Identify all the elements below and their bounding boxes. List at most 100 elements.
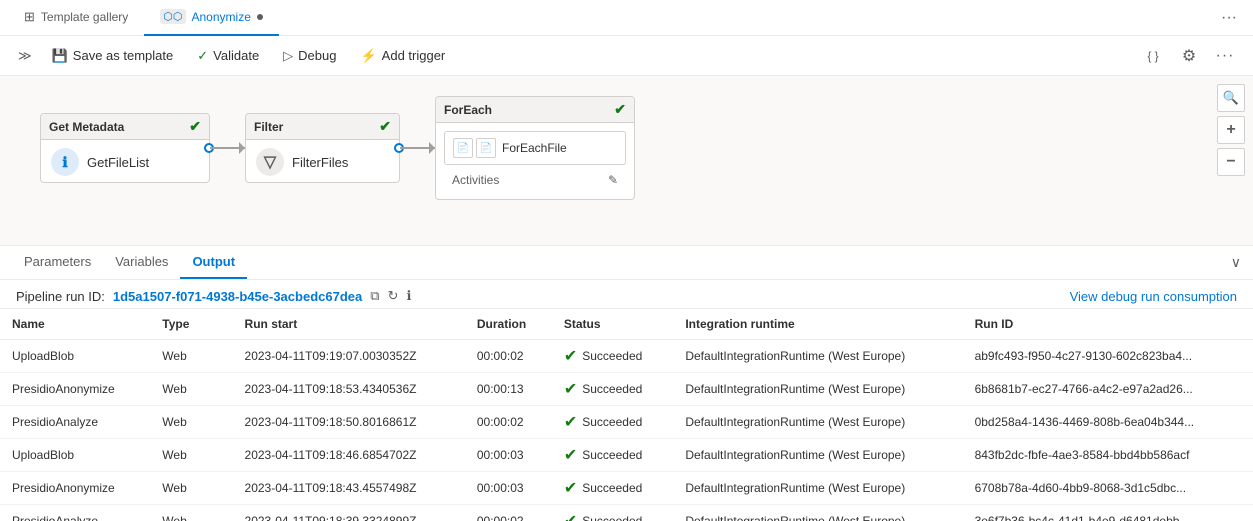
tab-anonymize[interactable]: ⬡⬡ Anonymize xyxy=(144,0,279,36)
cell-type: Web xyxy=(150,406,232,439)
cell-integration-runtime: DefaultIntegrationRuntime (West Europe) xyxy=(673,505,962,521)
tab-variables[interactable]: Variables xyxy=(103,246,180,279)
node-filter-success-icon: ✔ xyxy=(379,118,391,135)
add-trigger-button[interactable]: ⚡ Add trigger xyxy=(350,44,455,68)
table-row[interactable]: UploadBlobWeb2023-04-11T09:18:46.6854702… xyxy=(0,439,1253,472)
tab-anonymize-icon: ⬡⬡ xyxy=(160,9,185,24)
tab-output[interactable]: Output xyxy=(180,246,247,279)
save-as-template-button[interactable]: 💾 Save as template xyxy=(42,44,184,68)
table-row[interactable]: PresidioAnalyzeWeb2023-04-11T09:18:39.33… xyxy=(0,505,1253,521)
pipeline-flow: Get Metadata ✔ ℹ GetFileList Filter ✔ xyxy=(40,96,635,200)
connector-line-2 xyxy=(400,147,435,149)
cell-run-start: 2023-04-11T09:18:39.3324899Z xyxy=(233,505,465,521)
node-get-metadata-label: GetFileList xyxy=(87,155,149,170)
cell-duration: 00:00:02 xyxy=(465,340,552,373)
col-header-type: Type xyxy=(150,309,232,340)
json-icon: { } xyxy=(1147,49,1158,63)
cell-duration: 00:00:13 xyxy=(465,373,552,406)
info-icon[interactable]: ℹ xyxy=(406,288,411,304)
cell-integration-runtime: DefaultIntegrationRuntime (West Europe) xyxy=(673,472,962,505)
cell-integration-runtime: DefaultIntegrationRuntime (West Europe) xyxy=(673,439,962,472)
arrow-1 xyxy=(210,147,245,149)
canvas-controls: 🔍 + − xyxy=(1217,84,1245,176)
cell-run-id: ab9fc493-f950-4c27-9130-602c823ba4... xyxy=(963,340,1253,373)
status-success-icon: ✔ xyxy=(564,445,577,465)
zoom-in-button[interactable]: + xyxy=(1217,116,1245,144)
table-body: UploadBlobWeb2023-04-11T09:19:07.0030352… xyxy=(0,340,1253,521)
table-row[interactable]: PresidioAnonymizeWeb2023-04-11T09:18:53.… xyxy=(0,373,1253,406)
expand-button[interactable]: ≫ xyxy=(12,44,38,68)
zoom-out-button[interactable]: − xyxy=(1217,148,1245,176)
cell-status: ✔Succeeded xyxy=(552,505,674,521)
more-options-button[interactable]: ··· xyxy=(1209,40,1241,72)
status-success-icon: ✔ xyxy=(564,379,577,399)
table-row[interactable]: UploadBlobWeb2023-04-11T09:19:07.0030352… xyxy=(0,340,1253,373)
panel-tabs: Parameters Variables Output ∨ xyxy=(0,246,1253,280)
validate-button[interactable]: ✓ Validate xyxy=(187,44,269,68)
node-foreach[interactable]: ForEach ✔ 📄 📄 ForEachFile Activities ✎ xyxy=(435,96,635,200)
tab-anonymize-label: Anonymize xyxy=(192,10,251,24)
cell-run-id: 6708b78a-4d60-4bb9-8068-3d1c5dbc... xyxy=(963,472,1253,505)
cell-duration: 00:00:02 xyxy=(465,406,552,439)
cell-integration-runtime: DefaultIntegrationRuntime (West Europe) xyxy=(673,406,962,439)
table-header: Name Type Run start Duration Status Inte… xyxy=(0,309,1253,340)
status-text: Succeeded xyxy=(582,415,642,429)
tab-parameters[interactable]: Parameters xyxy=(12,246,103,279)
edit-icon[interactable]: ✎ xyxy=(608,173,618,187)
debug-icon: ▷ xyxy=(283,48,293,64)
json-button[interactable]: { } xyxy=(1137,40,1169,72)
expand-icon: ≫ xyxy=(18,48,32,64)
node-get-metadata[interactable]: Get Metadata ✔ ℹ GetFileList xyxy=(40,113,210,183)
table-header-row: Name Type Run start Duration Status Inte… xyxy=(0,309,1253,340)
col-header-run-id: Run ID xyxy=(963,309,1253,340)
cell-status: ✔Succeeded xyxy=(552,439,674,472)
add-trigger-icon: ⚡ xyxy=(360,48,376,64)
cell-type: Web xyxy=(150,505,232,521)
pipeline-run-id[interactable]: 1d5a1507-f071-4938-b45e-3acbedc67dea xyxy=(113,289,362,304)
node-filter[interactable]: Filter ✔ ▽ FilterFiles xyxy=(245,113,400,183)
node-foreach-header: ForEach ✔ xyxy=(436,97,634,123)
settings-button[interactable]: ⚙ xyxy=(1173,40,1205,72)
cell-name: PresidioAnalyze xyxy=(0,406,150,439)
copy-run-id-icon[interactable]: ⧉ xyxy=(370,288,379,304)
col-header-duration: Duration xyxy=(465,309,552,340)
table-row[interactable]: PresidioAnalyzeWeb2023-04-11T09:18:50.80… xyxy=(0,406,1253,439)
status-text: Succeeded xyxy=(582,349,642,363)
zoom-in-icon: + xyxy=(1226,121,1235,139)
col-header-name: Name xyxy=(0,309,150,340)
cell-type: Web xyxy=(150,340,232,373)
status-text: Succeeded xyxy=(582,514,642,521)
cell-run-id: 3e6f7b36-bc4c-41d1-b4e9-d6481debb... xyxy=(963,505,1253,521)
cell-name: UploadBlob xyxy=(0,439,150,472)
more-options-icon: ··· xyxy=(1216,47,1235,65)
cell-run-start: 2023-04-11T09:19:07.0030352Z xyxy=(233,340,465,373)
cell-name: PresidioAnonymize xyxy=(0,373,150,406)
table-row[interactable]: PresidioAnonymizeWeb2023-04-11T09:18:43.… xyxy=(0,472,1253,505)
tab-gallery-icon: ⊞ xyxy=(24,9,35,25)
status-success-icon: ✔ xyxy=(564,346,577,366)
toolbar: ≫ 💾 Save as template ✓ Validate ▷ Debug … xyxy=(0,36,1253,76)
cell-run-start: 2023-04-11T09:18:43.4557498Z xyxy=(233,472,465,505)
cell-type: Web xyxy=(150,472,232,505)
node-get-metadata-success-icon: ✔ xyxy=(189,118,201,135)
tab-template-gallery[interactable]: ⊞ Template gallery xyxy=(8,0,144,36)
cell-integration-runtime: DefaultIntegrationRuntime (West Europe) xyxy=(673,340,962,373)
view-debug-link[interactable]: View debug run consumption xyxy=(1070,289,1237,304)
output-table: Name Type Run start Duration Status Inte… xyxy=(0,309,1253,521)
refresh-icon[interactable]: ↻ xyxy=(388,288,399,304)
cell-integration-runtime: DefaultIntegrationRuntime (West Europe) xyxy=(673,373,962,406)
canvas-area: Get Metadata ✔ ℹ GetFileList Filter ✔ xyxy=(0,76,1253,246)
search-canvas-button[interactable]: 🔍 xyxy=(1217,84,1245,112)
cell-name: PresidioAnalyze xyxy=(0,505,150,521)
cell-run-id: 0bd258a4-1436-4469-808b-6ea04b344... xyxy=(963,406,1253,439)
cell-name: UploadBlob xyxy=(0,340,150,373)
debug-button[interactable]: ▷ Debug xyxy=(273,44,346,68)
more-icon[interactable]: ··· xyxy=(1221,9,1237,27)
tab-bar-right: ··· xyxy=(1221,9,1245,27)
tab-gallery-label: Template gallery xyxy=(41,10,128,24)
cell-run-id: 843fb2dc-fbfe-4ae3-8584-bbd4bb586acf xyxy=(963,439,1253,472)
cell-name: PresidioAnonymize xyxy=(0,472,150,505)
collapse-panel-button[interactable]: ∨ xyxy=(1231,254,1241,271)
tab-bar: ⊞ Template gallery ⬡⬡ Anonymize ··· xyxy=(0,0,1253,36)
run-info: Pipeline run ID: 1d5a1507-f071-4938-b45e… xyxy=(0,280,1253,309)
